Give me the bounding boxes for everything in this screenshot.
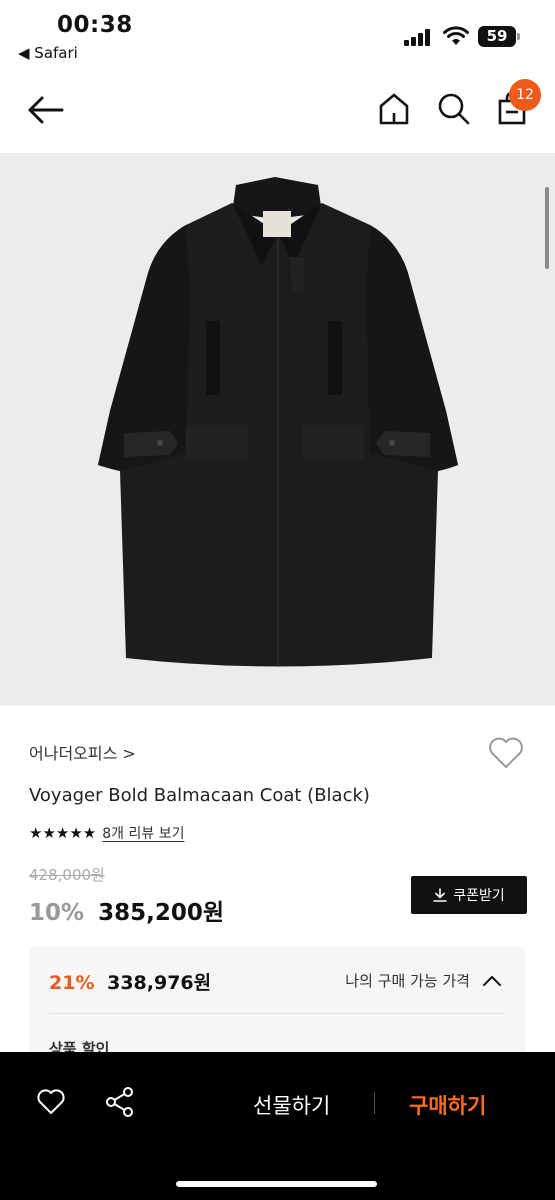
gift-button[interactable]: 선물하기 xyxy=(253,1090,330,1120)
share-icon[interactable] xyxy=(104,1086,136,1118)
coupon-button[interactable]: 쿠폰받기 xyxy=(411,876,527,914)
my-price-toggle[interactable]: 나의 구매 가능 가격 xyxy=(345,970,502,991)
status-time: 00:38 xyxy=(57,12,133,38)
my-price: 21% 338,976원 xyxy=(49,968,211,995)
price-row: 10% 385,200원 xyxy=(29,893,224,927)
my-price-value: 338,976원 xyxy=(107,972,212,994)
back-to-safari-link[interactable]: ◀ Safari xyxy=(18,44,78,62)
bottom-action-bar: 선물하기 구매하기 xyxy=(0,1052,555,1200)
chevron-up-icon xyxy=(483,975,501,986)
like-heart-icon[interactable] xyxy=(36,1088,66,1116)
back-arrow-icon[interactable] xyxy=(26,92,66,128)
signal-icon xyxy=(404,28,434,46)
divider xyxy=(374,1092,375,1114)
wifi-icon xyxy=(443,26,469,45)
search-icon[interactable] xyxy=(437,92,471,126)
home-icon[interactable] xyxy=(378,92,410,126)
review-link[interactable]: 8개 리뷰 보기 xyxy=(102,823,184,843)
top-nav xyxy=(0,72,555,152)
battery-icon: 59 xyxy=(478,26,520,47)
discount-rate: 10% xyxy=(29,900,85,926)
my-price-panel: 21% 338,976원 나의 구매 가능 가격 상품 할인 xyxy=(29,946,526,1058)
product-image[interactable] xyxy=(0,153,555,706)
buy-button[interactable]: 구매하기 xyxy=(409,1090,486,1120)
divider xyxy=(49,1013,506,1014)
product-title: Voyager Bold Balmacaan Coat (Black) xyxy=(29,785,370,806)
brand-link[interactable]: 어나더오피스 > xyxy=(29,740,136,764)
home-indicator[interactable] xyxy=(176,1181,377,1187)
scrollbar[interactable] xyxy=(545,187,549,269)
my-discount-rate: 21% xyxy=(49,972,95,994)
my-price-label: 나의 구매 가능 가격 xyxy=(345,972,470,990)
download-icon xyxy=(433,888,448,902)
wishlist-heart-icon[interactable] xyxy=(487,736,525,770)
sale-price: 385,200원 xyxy=(98,900,224,926)
rating-row: ★★★★★ 8개 리뷰 보기 xyxy=(29,823,184,843)
coat-illustration xyxy=(98,177,458,667)
star-rating: ★★★★★ xyxy=(29,824,97,842)
cart-count-badge: 12 xyxy=(509,79,541,111)
original-price: 428,000원 xyxy=(29,866,105,884)
status-bar: 00:38 ◀ Safari 59 xyxy=(0,0,555,72)
coupon-label: 쿠폰받기 xyxy=(453,888,505,904)
